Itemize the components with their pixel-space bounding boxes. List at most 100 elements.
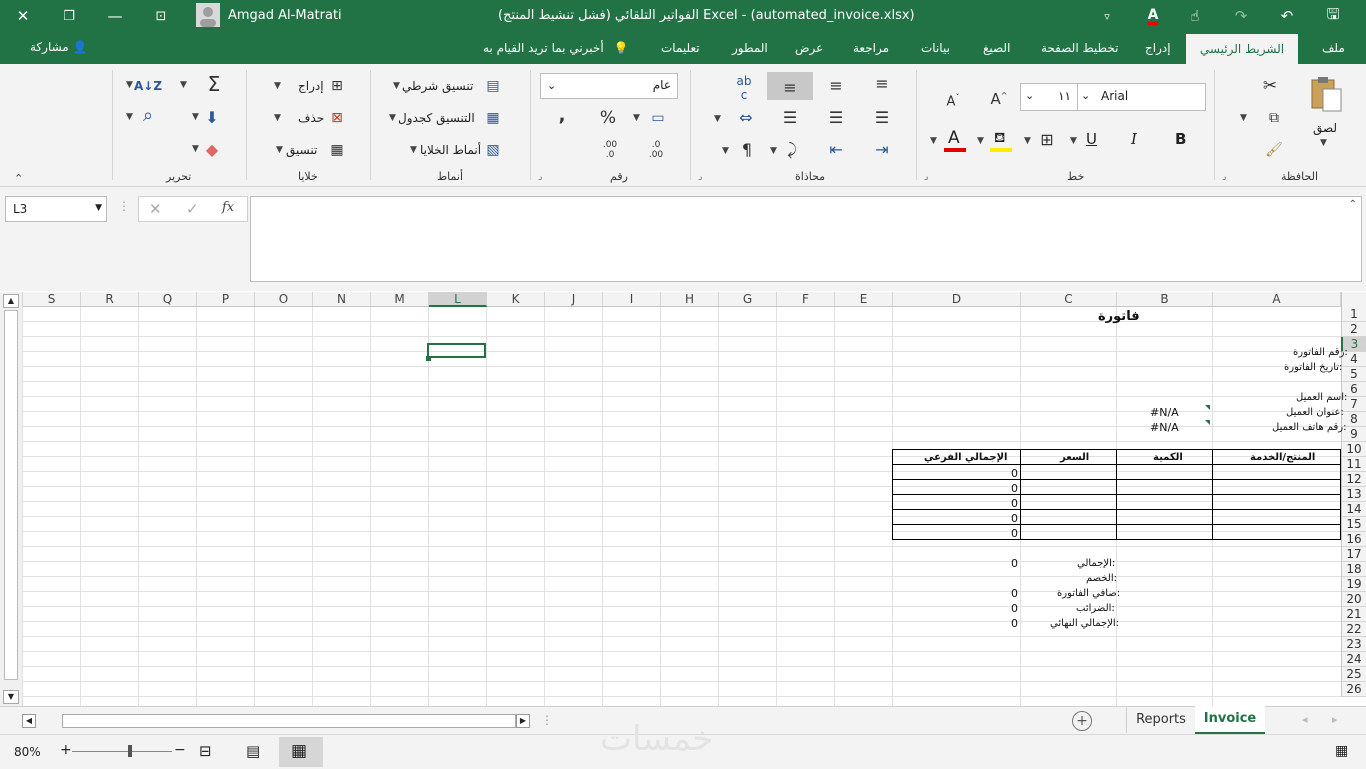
- decrease-font-size-icon[interactable]: Aˇ: [942, 88, 964, 112]
- column-header[interactable]: Q: [139, 292, 197, 307]
- tab-file[interactable]: ملف: [1322, 41, 1345, 55]
- borders-dropdown-icon[interactable]: ▼: [1024, 136, 1031, 146]
- tab-data[interactable]: بيانات: [921, 41, 950, 55]
- fill-color-button[interactable]: ⛾: [990, 130, 1012, 152]
- new-sheet-icon[interactable]: +: [1072, 711, 1092, 731]
- autosum-icon[interactable]: Σ: [200, 74, 228, 94]
- format-painter-icon[interactable]: 🖌: [1262, 140, 1286, 160]
- merge-dropdown-icon[interactable]: ▼: [714, 114, 721, 124]
- ribbon-display-icon[interactable]: ⊡: [146, 4, 176, 28]
- row-header[interactable]: 17: [1341, 547, 1366, 562]
- column-header[interactable]: M: [371, 292, 429, 307]
- sort-dropdown-icon[interactable]: ▼: [126, 80, 133, 90]
- font-color-button[interactable]: A: [944, 128, 966, 152]
- fill-dropdown-icon[interactable]: ▼: [192, 112, 199, 122]
- decrease-indent-icon[interactable]: ⇤: [824, 140, 848, 160]
- format-cells-icon[interactable]: ▦: [326, 140, 348, 160]
- error-indicator-icon[interactable]: [1205, 405, 1210, 410]
- underline-button[interactable]: U: [1086, 130, 1097, 148]
- cell-styles-icon[interactable]: ▧: [482, 140, 504, 160]
- row-header[interactable]: 20: [1341, 592, 1366, 607]
- delete-dropdown-icon[interactable]: ▼: [274, 113, 281, 123]
- cell-styles-dropdown-icon[interactable]: ▼: [410, 145, 417, 155]
- copy-icon[interactable]: ⧉: [1262, 108, 1286, 128]
- row-header[interactable]: 24: [1341, 652, 1366, 667]
- row-header[interactable]: 14: [1341, 502, 1366, 517]
- wrap-dropdown-icon[interactable]: ▼: [770, 146, 777, 156]
- align-right-icon[interactable]: ☰: [870, 108, 894, 128]
- merge-center-icon[interactable]: ⇔: [734, 108, 758, 128]
- scroll-down-icon[interactable]: ▼: [3, 690, 19, 704]
- bold-button[interactable]: B: [1175, 130, 1186, 148]
- row-header[interactable]: 19: [1341, 577, 1366, 592]
- column-header[interactable]: S: [23, 292, 81, 307]
- column-header[interactable]: R: [81, 292, 139, 307]
- column-header[interactable]: I: [603, 292, 661, 307]
- decrease-decimal-icon[interactable]: .00.0: [598, 140, 622, 160]
- fill-handle[interactable]: [426, 356, 431, 361]
- increase-decimal-icon[interactable]: .0.00: [644, 140, 668, 160]
- zoom-out-icon[interactable]: −: [174, 742, 186, 758]
- page-layout-view-icon[interactable]: ▤: [246, 742, 260, 760]
- fill-color-dropdown-icon[interactable]: ▼: [977, 136, 984, 146]
- insert-dropdown-icon[interactable]: ▼: [274, 81, 281, 91]
- autosum-dropdown-icon[interactable]: ▼: [180, 80, 187, 90]
- insert-cells-icon[interactable]: ⊞: [326, 76, 348, 96]
- align-center-icon[interactable]: ☰: [824, 108, 848, 128]
- underline-dropdown-icon[interactable]: ▼: [1070, 136, 1077, 146]
- clipboard-launcher-icon[interactable]: ⌟: [1222, 172, 1226, 182]
- paste-icon[interactable]: [1308, 74, 1344, 114]
- row-header[interactable]: 13: [1341, 487, 1366, 502]
- scroll-up-icon[interactable]: ▲: [3, 294, 19, 308]
- sheet-tab-invoice[interactable]: Invoice: [1195, 706, 1265, 735]
- clear-icon[interactable]: ◆: [200, 140, 224, 160]
- delete-cells-icon[interactable]: ⊠: [326, 108, 348, 128]
- borders-icon[interactable]: ⊞: [1036, 130, 1058, 150]
- horizontal-scroll-thumb[interactable]: [62, 714, 516, 728]
- row-header[interactable]: 15: [1341, 517, 1366, 532]
- tell-me-box[interactable]: أخبرني بما تريد القيام به 💡: [483, 41, 628, 55]
- minimize-icon[interactable]: —: [100, 4, 130, 28]
- delete-cells-label[interactable]: حذف: [298, 111, 324, 125]
- vertical-scroll-thumb[interactable]: [4, 310, 18, 680]
- row-header[interactable]: 12: [1341, 472, 1366, 487]
- column-header[interactable]: E: [835, 292, 893, 307]
- italic-button[interactable]: I: [1131, 130, 1137, 148]
- tab-home[interactable]: الشريط الرئيسي: [1186, 34, 1298, 64]
- vertical-scrollbar[interactable]: ▲ ▼: [0, 292, 23, 706]
- sort-filter-icon[interactable]: A↓Z: [134, 76, 162, 96]
- formula-input[interactable]: ⌃: [250, 196, 1362, 282]
- selected-cell[interactable]: [427, 343, 486, 358]
- column-header[interactable]: J: [545, 292, 603, 307]
- row-header[interactable]: 18: [1341, 562, 1366, 577]
- tab-insert[interactable]: إدراج: [1145, 41, 1171, 55]
- zoom-slider-thumb[interactable]: [128, 745, 132, 757]
- zoom-in-icon[interactable]: +: [60, 742, 72, 758]
- zoom-slider[interactable]: [72, 751, 172, 752]
- share-button[interactable]: مشاركة 👤: [30, 40, 88, 54]
- font-launcher-icon[interactable]: ⌟: [924, 172, 928, 182]
- close-icon[interactable]: ✕: [8, 4, 38, 28]
- cell-styles-label[interactable]: أنماط الخلايا: [420, 143, 481, 157]
- name-box[interactable]: L3 ▼: [5, 196, 107, 222]
- row-header[interactable]: 21: [1341, 607, 1366, 622]
- percent-style-icon[interactable]: %: [596, 108, 620, 128]
- insert-function-icon[interactable]: fx: [222, 200, 234, 215]
- row-header[interactable]: 16: [1341, 532, 1366, 547]
- conditional-formatting-icon[interactable]: ▤: [482, 76, 504, 96]
- alignment-launcher-icon[interactable]: ⌟: [698, 172, 702, 182]
- row-header[interactable]: 25: [1341, 667, 1366, 682]
- row-header[interactable]: 26: [1341, 682, 1366, 697]
- row-header[interactable]: 5: [1341, 367, 1366, 382]
- font-color-dropdown-icon[interactable]: ▼: [930, 136, 937, 146]
- find-select-icon[interactable]: ⌕: [136, 106, 160, 126]
- column-header[interactable]: B: [1117, 292, 1213, 307]
- column-header[interactable]: H: [661, 292, 719, 307]
- tab-view[interactable]: عرض: [795, 41, 823, 55]
- column-header[interactable]: G: [719, 292, 777, 307]
- error-indicator-icon[interactable]: [1205, 420, 1210, 425]
- collapse-ribbon-icon[interactable]: ⌃: [14, 172, 23, 185]
- align-left-icon[interactable]: ☰: [778, 108, 802, 128]
- column-header[interactable]: D: [893, 292, 1021, 307]
- column-header[interactable]: N: [313, 292, 371, 307]
